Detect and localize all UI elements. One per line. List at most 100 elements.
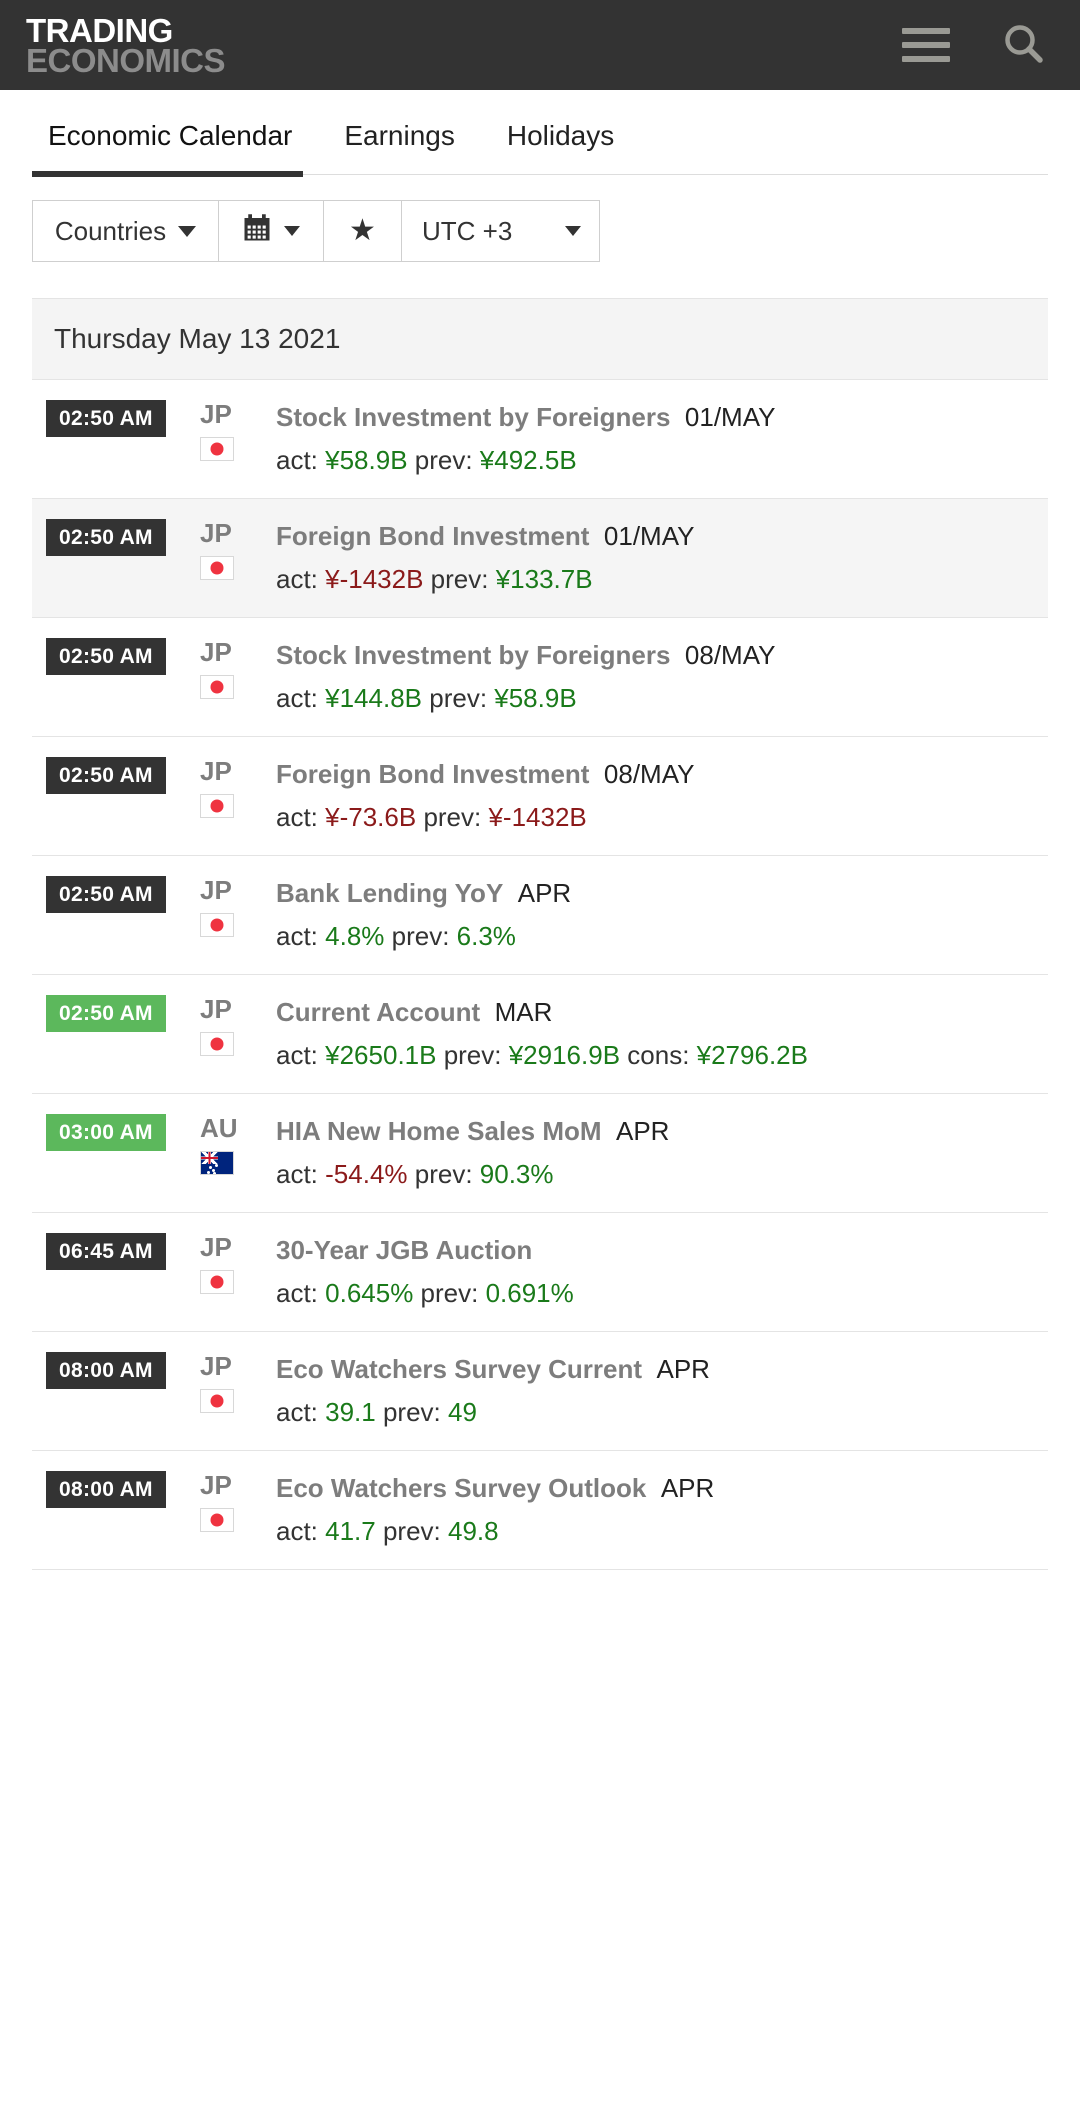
event-title[interactable]: Current Account xyxy=(276,997,480,1027)
event-title[interactable]: Foreign Bond Investment xyxy=(276,521,589,551)
previous-label: prev: xyxy=(407,1159,480,1189)
tab-holidays[interactable]: Holidays xyxy=(481,110,640,174)
hamburger-bar xyxy=(902,42,950,48)
hamburger-icon[interactable] xyxy=(902,28,950,62)
event-country-cell: JP xyxy=(200,874,276,937)
event-title-line: 30-Year JGB Auction xyxy=(276,1231,1032,1270)
event-list: 02:50 AM JP Stock Investment by Foreigners… xyxy=(32,380,1048,1570)
event-values: act: 0.645% prev: 0.691% xyxy=(276,1274,1032,1313)
search-icon[interactable] xyxy=(1000,21,1048,69)
actual-label: act: xyxy=(276,1278,326,1308)
event-detail-cell: Foreign Bond Investment 08/MAY act: ¥-73.… xyxy=(276,755,1048,837)
event-time-badge: 06:45 AM xyxy=(46,1233,166,1270)
event-values: act: ¥58.9B prev: ¥492.5B xyxy=(276,441,1032,480)
event-title[interactable]: Stock Investment by Foreigners xyxy=(276,402,670,432)
event-row[interactable]: 02:50 AM JP Current Account MAR act: ¥2650.… xyxy=(32,975,1048,1094)
event-time-cell: 02:50 AM xyxy=(46,636,200,675)
date-header: Thursday May 13 2021 xyxy=(32,299,1048,380)
event-country-cell: JP xyxy=(200,636,276,699)
jp-flag-icon xyxy=(200,1388,234,1413)
event-reference-period: 08/MAY xyxy=(670,640,776,670)
header-actions xyxy=(902,21,1052,69)
event-detail-cell: Stock Investment by Foreigners 08/MAY act… xyxy=(276,636,1048,718)
event-title[interactable]: Foreign Bond Investment xyxy=(276,759,589,789)
tab-earnings[interactable]: Earnings xyxy=(318,110,481,174)
consensus-value: ¥2796.2B xyxy=(696,1040,808,1070)
previous-value: ¥58.9B xyxy=(494,683,577,713)
jp-flag-icon xyxy=(200,1031,234,1056)
au-flag-icon xyxy=(200,1150,234,1175)
country-code: JP xyxy=(200,1351,232,1381)
event-title[interactable]: HIA New Home Sales MoM xyxy=(276,1116,602,1146)
union-jack-canton xyxy=(201,1151,218,1164)
country-code: JP xyxy=(200,518,232,548)
event-row[interactable]: 02:50 AM JP Stock Investment by Foreigners… xyxy=(32,380,1048,499)
event-country-cell: JP xyxy=(200,1231,276,1294)
event-time-cell: 02:50 AM xyxy=(46,517,200,556)
event-detail-cell: Stock Investment by Foreigners 01/MAY act… xyxy=(276,398,1048,480)
date-picker-button[interactable] xyxy=(219,201,324,261)
previous-label: prev: xyxy=(375,1516,448,1546)
hamburger-bar xyxy=(902,56,950,62)
event-time-badge: 02:50 AM xyxy=(46,876,166,913)
logo-line-2: ECONOMICS xyxy=(26,42,226,79)
country-code: JP xyxy=(200,637,232,667)
active-tab-indicator xyxy=(32,171,303,177)
event-title[interactable]: Bank Lending YoY xyxy=(276,878,503,908)
logo[interactable]: TRADING ECONOMICS xyxy=(26,13,226,79)
event-detail-cell: 30-Year JGB Auction act: 0.645% prev: 0.6… xyxy=(276,1231,1048,1313)
chevron-down-icon xyxy=(284,226,300,236)
event-reference-period: APR xyxy=(642,1354,710,1384)
event-row[interactable]: 06:45 AM JP 30-Year JGB Auction act: 0.645%… xyxy=(32,1213,1048,1332)
actual-label: act: xyxy=(276,564,326,594)
event-title[interactable]: Stock Investment by Foreigners xyxy=(276,640,670,670)
event-title-line: HIA New Home Sales MoM APR xyxy=(276,1112,1032,1151)
country-code: JP xyxy=(200,756,232,786)
previous-value: ¥133.7B xyxy=(495,564,593,594)
event-title-line: Foreign Bond Investment 08/MAY xyxy=(276,755,1032,794)
actual-value: ¥2650.1B xyxy=(325,1040,437,1070)
actual-value: ¥-1432B xyxy=(325,564,424,594)
favorites-button[interactable]: ★ xyxy=(324,201,402,261)
event-title[interactable]: 30-Year JGB Auction xyxy=(276,1235,532,1265)
actual-value: 0.645% xyxy=(325,1278,414,1308)
previous-value: 90.3% xyxy=(479,1159,554,1189)
event-title[interactable]: Eco Watchers Survey Outlook xyxy=(276,1473,646,1503)
event-row[interactable]: 02:50 AM JP Stock Investment by Foreigners… xyxy=(32,618,1048,737)
event-time-badge: 02:50 AM xyxy=(46,400,166,437)
country-code: AU xyxy=(200,1113,238,1143)
event-row[interactable]: 03:00 AM AU HIA New Home Sales MoM APR act:… xyxy=(32,1094,1048,1213)
tab-list: Economic Calendar Earnings Holidays xyxy=(0,110,1080,174)
event-time-badge: 08:00 AM xyxy=(46,1471,166,1508)
previous-value: ¥2916.9B xyxy=(508,1040,621,1070)
jp-flag-icon xyxy=(200,555,234,580)
countries-dropdown[interactable]: Countries xyxy=(33,201,219,261)
tab-economic-calendar[interactable]: Economic Calendar xyxy=(32,110,318,174)
actual-value: ¥58.9B xyxy=(325,445,408,475)
jp-flag-icon xyxy=(200,674,234,699)
event-title-line: Eco Watchers Survey Current APR xyxy=(276,1350,1032,1389)
event-values: act: ¥2650.1B prev: ¥2916.9B cons: ¥2796… xyxy=(276,1036,1032,1075)
flag-star xyxy=(207,1170,210,1174)
previous-value: ¥492.5B xyxy=(479,445,577,475)
actual-value: 39.1 xyxy=(325,1397,376,1427)
event-row[interactable]: 02:50 AM JP Bank Lending YoY APR act: 4.8% … xyxy=(32,856,1048,975)
previous-value: 49.8 xyxy=(448,1516,499,1546)
previous-label: prev: xyxy=(416,802,489,832)
event-row[interactable]: 02:50 AM JP Foreign Bond Investment 08/MAY… xyxy=(32,737,1048,856)
event-time-cell: 02:50 AM xyxy=(46,874,200,913)
event-time-badge: 02:50 AM xyxy=(46,519,166,556)
event-country-cell: JP xyxy=(200,1350,276,1413)
chevron-down-icon xyxy=(178,225,197,237)
event-title-line: Eco Watchers Survey Outlook APR xyxy=(276,1469,1032,1508)
event-title[interactable]: Eco Watchers Survey Current xyxy=(276,1354,642,1384)
event-row[interactable]: 08:00 AM JP Eco Watchers Survey Current AP… xyxy=(32,1332,1048,1451)
timezone-select[interactable]: UTC +3 xyxy=(402,201,599,261)
event-row[interactable]: 02:50 AM JP Foreign Bond Investment 01/MAY… xyxy=(32,499,1048,618)
event-values: act: -54.4% prev: 90.3% xyxy=(276,1155,1032,1194)
previous-value: 49 xyxy=(448,1397,477,1427)
event-time-badge: 02:50 AM xyxy=(46,995,166,1032)
event-reference-period: 08/MAY xyxy=(589,759,695,789)
event-row[interactable]: 08:00 AM JP Eco Watchers Survey Outlook AP… xyxy=(32,1451,1048,1570)
jp-flag-icon xyxy=(200,1507,234,1532)
